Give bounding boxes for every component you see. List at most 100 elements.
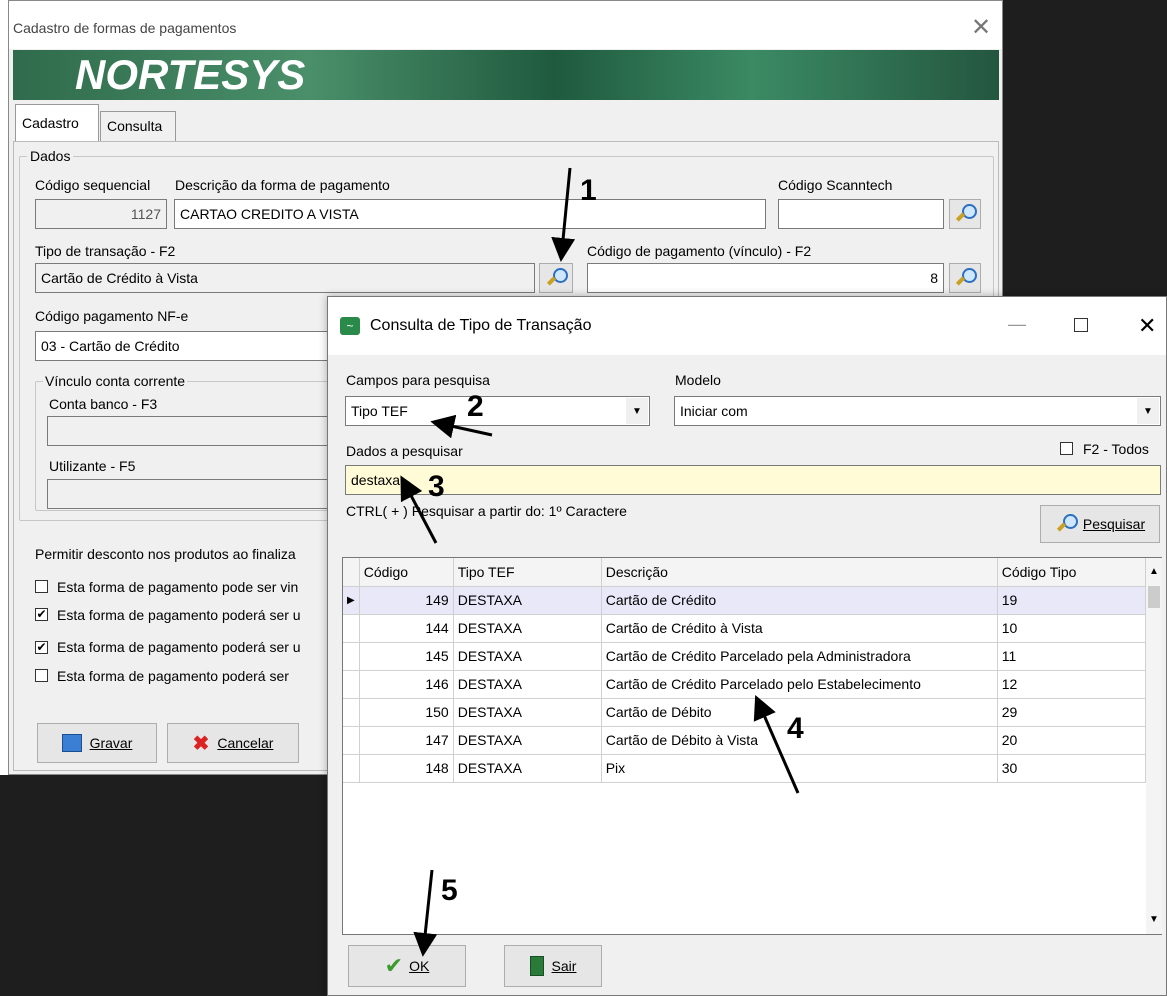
cell-tipo-tef: DESTAXA <box>453 670 602 699</box>
cancelar-label: Cancelar <box>217 735 274 751</box>
tab-consulta[interactable]: Consulta <box>100 111 176 141</box>
tab-cadastro-label: Cadastro <box>22 115 79 131</box>
chevron-down-icon: ▼ <box>1143 405 1153 417</box>
results-grid: Código Tipo TEF Descrição Código Tipo ▶ … <box>342 557 1162 935</box>
scanntech-field[interactable] <box>778 199 944 229</box>
cell-tipo-tef: DESTAXA <box>453 586 602 615</box>
check-1[interactable]: ✔ <box>35 608 48 621</box>
dados-input[interactable]: destaxa <box>345 465 1161 495</box>
cancel-icon: ✖ <box>192 732 210 755</box>
codpag-search-button[interactable] <box>949 263 981 293</box>
utilizante-label: Utilizante - F5 <box>49 458 136 474</box>
cell-codigo-tipo: 20 <box>997 726 1147 755</box>
table-row[interactable]: 146 DESTAXA Cartão de Crédito Parcelado … <box>343 670 1147 699</box>
row-indicator-icon: ▶ <box>343 586 360 615</box>
cell-codigo-tipo: 10 <box>997 614 1147 643</box>
cell-tipo-tef: DESTAXA <box>453 698 602 727</box>
cell-descricao: Cartão de Crédito <box>601 586 998 615</box>
ctrl-hint: CTRL( + ) Pesquisar a partir do: 1º Cara… <box>346 503 627 519</box>
main-title: Cadastro de formas de pagamentos <box>13 20 237 36</box>
close-icon[interactable]: ✕ <box>1138 315 1156 337</box>
cell-codigo-tipo: 12 <box>997 670 1147 699</box>
pesquisar-button[interactable]: Pesquisar <box>1040 505 1160 543</box>
seq-field[interactable]: 1127 <box>35 199 167 229</box>
codpag-label: Código de pagamento (vínculo) - F2 <box>587 243 812 259</box>
minimize-icon[interactable]: — <box>1008 315 1026 333</box>
cell-descricao: Cartão de Crédito Parcelado pela Adminis… <box>601 642 998 671</box>
desc-label: Descrição da forma de pagamento <box>175 177 390 193</box>
cell-codigo: 146 <box>359 670 454 699</box>
cancelar-button[interactable]: ✖ Cancelar <box>167 723 299 763</box>
annotation-3: 3 <box>428 470 445 503</box>
cell-codigo-tipo: 19 <box>997 586 1147 615</box>
codpag-field[interactable]: 8 <box>587 263 944 293</box>
modelo-select[interactable]: Iniciar com <box>674 396 1161 426</box>
tipo-search-button[interactable] <box>539 263 573 293</box>
table-row[interactable]: 150 DESTAXA Cartão de Débito 29 <box>343 698 1147 727</box>
desktop-background-bottom <box>0 775 330 996</box>
scanntech-search-button[interactable] <box>949 199 981 229</box>
table-row[interactable]: 144 DESTAXA Cartão de Crédito à Vista 10 <box>343 614 1147 643</box>
table-row[interactable]: ▶ 149 DESTAXA Cartão de Crédito 19 <box>343 586 1147 615</box>
nfe-label: Código pagamento NF-e <box>35 308 189 324</box>
results-table: Código Tipo TEF Descrição Código Tipo ▶ … <box>343 558 1147 783</box>
check-0[interactable] <box>35 580 48 593</box>
tipo-field[interactable]: Cartão de Crédito à Vista <box>35 263 535 293</box>
cell-codigo: 144 <box>359 614 454 643</box>
check-3[interactable] <box>35 669 48 682</box>
campos-dropdown-button[interactable]: ▼ <box>626 398 648 424</box>
col-descricao[interactable]: Descrição <box>601 558 998 587</box>
check-3-label: Esta forma de pagamento poderá ser <box>57 668 289 684</box>
gravar-button[interactable]: Gravar <box>37 723 157 763</box>
cell-descricao: Cartão de Crédito Parcelado pelo Estabel… <box>601 670 998 699</box>
close-icon[interactable]: ✕ <box>971 15 991 41</box>
scroll-thumb[interactable] <box>1148 586 1160 608</box>
vertical-scrollbar[interactable]: ▲ ▼ <box>1146 558 1162 934</box>
vinculo-label: Vínculo conta corrente <box>43 373 188 389</box>
col-tipo-tef[interactable]: Tipo TEF <box>453 558 602 587</box>
pesquisar-label: Pesquisar <box>1082 516 1146 532</box>
utilizante-field[interactable] <box>47 479 347 509</box>
sair-button[interactable]: Sair <box>504 945 602 987</box>
desc-field[interactable]: CARTAO CREDITO A VISTA <box>174 199 766 229</box>
cell-tipo-tef: DESTAXA <box>453 754 602 783</box>
scroll-down-icon[interactable]: ▼ <box>1149 912 1159 928</box>
tab-consulta-label: Consulta <box>107 118 163 134</box>
brand-banner: NORTESYS <box>13 50 999 100</box>
ok-button[interactable]: ✔ OK <box>348 945 466 987</box>
f2-todos-checkbox[interactable] <box>1060 442 1073 455</box>
cell-codigo: 149 <box>359 586 454 615</box>
check-2[interactable]: ✔ <box>35 641 48 654</box>
scroll-up-icon[interactable]: ▲ <box>1149 564 1159 580</box>
cell-codigo: 148 <box>359 754 454 783</box>
permitir-label: Permitir desconto nos produtos ao finali… <box>35 546 296 562</box>
col-codigo-tipo[interactable]: Código Tipo <box>997 558 1147 587</box>
annotation-4: 4 <box>787 712 804 745</box>
search-icon <box>545 267 568 289</box>
annotation-2: 2 <box>467 390 484 423</box>
cell-codigo: 150 <box>359 698 454 727</box>
maximize-icon[interactable] <box>1074 318 1088 332</box>
scanntech-label: Código Scanntech <box>778 177 893 193</box>
save-icon <box>61 734 82 752</box>
cell-codigo: 145 <box>359 642 454 671</box>
table-row[interactable]: 148 DESTAXA Pix 30 <box>343 754 1147 783</box>
exit-door-icon <box>529 956 544 976</box>
modelo-dropdown-button[interactable]: ▼ <box>1137 398 1159 424</box>
header-row: Código Tipo TEF Descrição Código Tipo <box>343 558 1147 587</box>
table-row[interactable]: 145 DESTAXA Cartão de Crédito Parcelado … <box>343 642 1147 671</box>
seq-label: Código sequencial <box>35 177 151 193</box>
app-icon: ~ <box>340 317 360 335</box>
row-indicator <box>343 614 360 643</box>
table-row[interactable]: 147 DESTAXA Cartão de Débito à Vista 20 <box>343 726 1147 755</box>
nfe-field[interactable]: 03 - Cartão de Crédito <box>35 331 345 361</box>
row-indicator <box>343 670 360 699</box>
search-icon <box>1055 513 1078 535</box>
search-icon <box>954 267 977 289</box>
chevron-down-icon: ▼ <box>632 405 642 417</box>
col-codigo[interactable]: Código <box>359 558 454 587</box>
tab-cadastro[interactable]: Cadastro <box>15 104 99 141</box>
campos-select[interactable]: Tipo TEF <box>345 396 650 426</box>
cell-tipo-tef: DESTAXA <box>453 726 602 755</box>
conta-field[interactable] <box>47 416 347 446</box>
